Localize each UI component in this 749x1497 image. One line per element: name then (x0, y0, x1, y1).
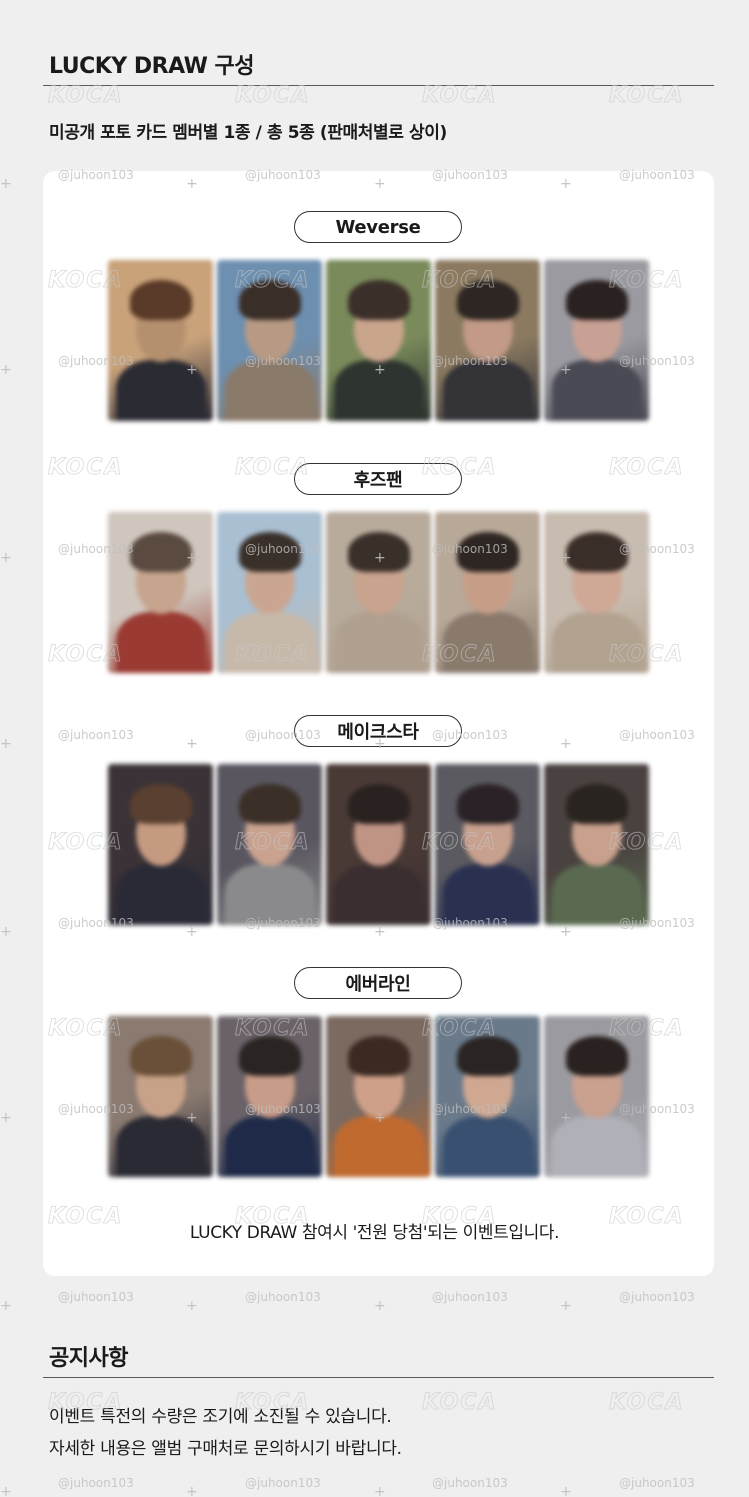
sparkle-icon: + (0, 1484, 12, 1497)
lucky-draw-subtitle: 미공개 포토 카드 멤버별 1종 / 총 5종 (판매처별로 상이) (49, 123, 447, 143)
photocard (217, 260, 322, 421)
notice-line-2: 자세한 내용은 앨범 구매처로 문의하시기 바랍니다. (49, 1439, 402, 1459)
notice-line-1: 이벤트 특전의 수량은 조기에 소진될 수 있습니다. (49, 1407, 392, 1427)
sparkle-icon: + (374, 1484, 386, 1497)
sparkle-icon: + (0, 1110, 12, 1126)
sparkle-icon: + (0, 550, 12, 566)
handle-watermark: @juhoon103 (58, 1476, 134, 1490)
handle-watermark: @juhoon103 (432, 1476, 508, 1490)
sparkle-icon: + (560, 550, 572, 566)
sparkle-icon: + (186, 1110, 198, 1126)
sparkle-icon: + (560, 1484, 572, 1497)
photocard (544, 512, 649, 673)
koca-watermark: KOCA (422, 83, 498, 109)
sparkle-icon: + (374, 736, 386, 752)
koca-watermark: KOCA (235, 83, 311, 109)
photocard (217, 512, 322, 673)
photocard (108, 512, 213, 673)
sparkle-icon: + (186, 924, 198, 940)
sparkle-icon: + (560, 176, 572, 192)
sparkle-icon: + (374, 924, 386, 940)
notice-title: 공지사항 (49, 1346, 128, 1371)
photocard (544, 764, 649, 925)
photocard (544, 260, 649, 421)
sparkle-icon: + (0, 362, 12, 378)
sparkle-icon: + (0, 176, 12, 192)
notice-divider (43, 1377, 714, 1378)
koca-watermark: KOCA (609, 83, 685, 109)
sparkle-icon: + (0, 924, 12, 940)
sparkle-icon: + (0, 1298, 12, 1314)
sparkle-icon: + (186, 362, 198, 378)
sparkle-icon: + (186, 550, 198, 566)
title-divider (43, 85, 714, 86)
photocard (435, 764, 540, 925)
photocard (108, 764, 213, 925)
sparkle-icon: + (186, 736, 198, 752)
sparkle-icon: + (560, 362, 572, 378)
sparkle-icon: + (374, 176, 386, 192)
sparkle-icon: + (560, 1298, 572, 1314)
lucky-draw-footnote: LUCKY DRAW 참여시 '전원 당첨'되는 이벤트입니다. (189, 1223, 560, 1243)
sparkle-icon: + (374, 362, 386, 378)
handle-watermark: @juhoon103 (619, 1476, 695, 1490)
handle-watermark: @juhoon103 (432, 1290, 508, 1304)
sparkle-icon: + (560, 1110, 572, 1126)
group-label-whosfan: 후즈팬 (294, 463, 462, 495)
handle-watermark: @juhoon103 (619, 1290, 695, 1304)
group-label-weverse: Weverse (294, 211, 462, 243)
sparkle-icon: + (560, 736, 572, 752)
sparkle-icon: + (186, 176, 198, 192)
sparkle-icon: + (374, 1110, 386, 1126)
lucky-draw-title: LUCKY DRAW 구성 (49, 54, 255, 79)
photocard (326, 1016, 431, 1177)
sparkle-icon: + (374, 1298, 386, 1314)
sparkle-icon: + (0, 736, 12, 752)
koca-watermark: KOCA (609, 1390, 685, 1416)
sparkle-icon: + (374, 550, 386, 566)
photocard (108, 260, 213, 421)
photocard (435, 512, 540, 673)
handle-watermark: @juhoon103 (245, 1476, 321, 1490)
photocard (108, 1016, 213, 1177)
photocard (326, 260, 431, 421)
handle-watermark: @juhoon103 (58, 1290, 134, 1304)
photocard (544, 1016, 649, 1177)
group-label-everline: 에버라인 (294, 967, 462, 999)
photocard (326, 512, 431, 673)
photocard (217, 1016, 322, 1177)
handle-watermark: @juhoon103 (245, 1290, 321, 1304)
photocard (435, 260, 540, 421)
koca-watermark: KOCA (422, 1390, 498, 1416)
photocard (326, 764, 431, 925)
sparkle-icon: + (186, 1484, 198, 1497)
sparkle-icon: + (560, 924, 572, 940)
photocard (217, 764, 322, 925)
sparkle-icon: + (186, 1298, 198, 1314)
koca-watermark: KOCA (48, 83, 124, 109)
photocard (435, 1016, 540, 1177)
